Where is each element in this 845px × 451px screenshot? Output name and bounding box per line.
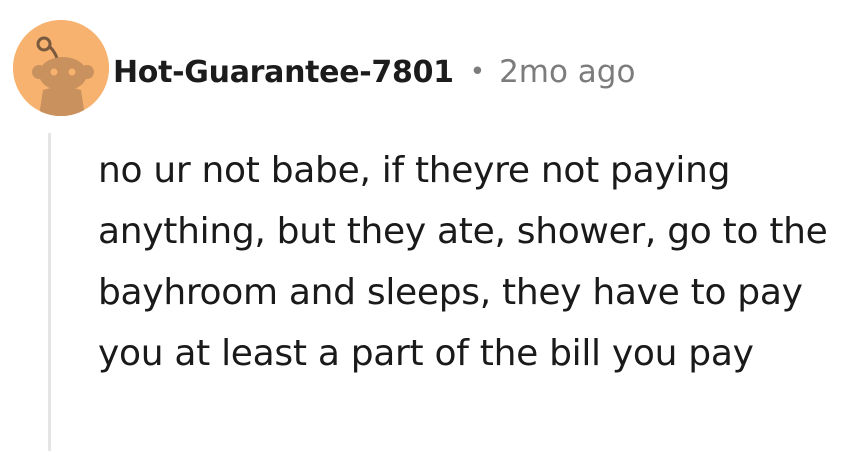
snoo-avatar-icon: [13, 20, 109, 116]
comment-timestamp[interactable]: 2mo ago: [499, 54, 635, 90]
meta-separator: •: [469, 57, 486, 87]
username-link[interactable]: Hot-Guarantee-7801: [113, 55, 454, 90]
user-avatar[interactable]: [13, 20, 109, 116]
comment-text: no ur not babe, if theyre not paying any…: [98, 150, 828, 374]
comment-header: Hot-Guarantee-7801 • 2mo ago: [113, 50, 635, 94]
comment-body: no ur not babe, if theyre not paying any…: [98, 140, 833, 384]
thread-line[interactable]: [48, 133, 51, 451]
